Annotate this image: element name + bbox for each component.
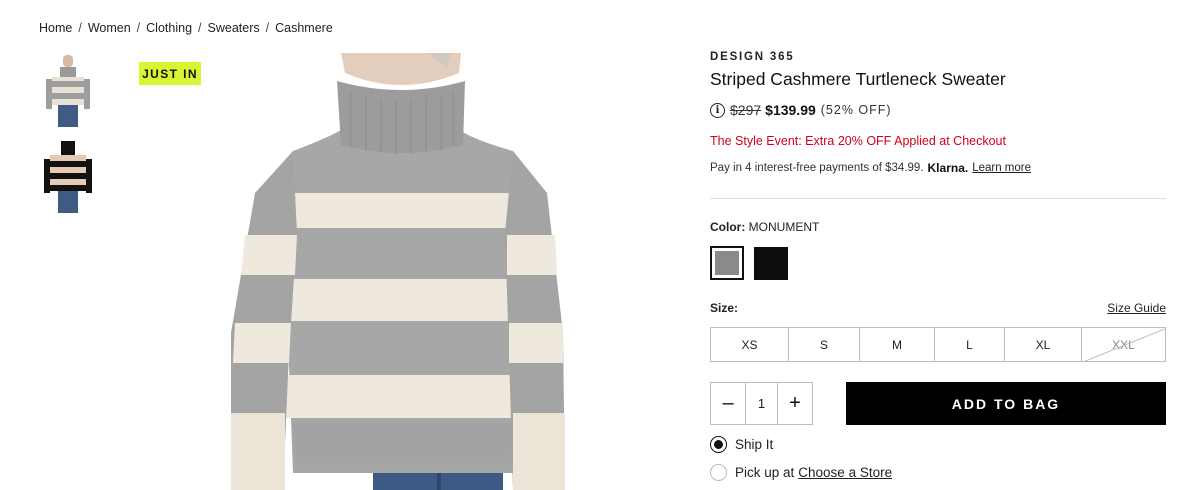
divider — [710, 198, 1166, 199]
discount-percent: (52% OFF) — [820, 103, 892, 117]
quantity-decrease-button[interactable]: – — [711, 383, 745, 424]
size-option-l[interactable]: L — [935, 328, 1005, 361]
breadcrumb-separator: / — [265, 21, 270, 35]
breadcrumb-sweaters[interactable]: Sweaters — [208, 21, 260, 35]
color-swatch-gray[interactable] — [710, 246, 744, 280]
pickup-radio[interactable] — [710, 464, 727, 481]
product-brand[interactable]: DESIGN 365 — [710, 51, 794, 63]
size-label: Size: — [710, 301, 739, 315]
breadcrumb: Home / Women / Clothing / Sweaters / Cas… — [39, 21, 333, 35]
size-guide-link[interactable]: Size Guide — [1107, 301, 1166, 315]
quantity-value[interactable]: 1 — [745, 383, 778, 424]
breadcrumb-home[interactable]: Home — [39, 21, 72, 35]
ship-it-radio[interactable] — [710, 436, 727, 453]
breadcrumb-separator: / — [136, 21, 141, 35]
sale-price: $139.99 — [765, 102, 816, 118]
product-main-image[interactable] — [201, 53, 601, 490]
thumbnail-black-sweater[interactable] — [44, 139, 92, 215]
klarna-logo: Klarna. — [927, 161, 969, 175]
pickup-label: Pick up at — [735, 465, 795, 480]
original-price: $297 — [730, 102, 762, 118]
promo-message: The Style Event: Extra 20% OFF Applied a… — [710, 134, 1006, 148]
breadcrumb-clothing[interactable]: Clothing — [146, 21, 192, 35]
breadcrumb-separator: / — [78, 21, 82, 35]
size-option-xl[interactable]: XL — [1005, 328, 1082, 361]
size-option-m[interactable]: M — [860, 328, 935, 361]
product-title: Striped Cashmere Turtleneck Sweater — [710, 69, 1006, 89]
pickup-option[interactable]: Pick up at Choose a Store — [710, 464, 892, 481]
size-option-s[interactable]: S — [789, 328, 860, 361]
klarna-text: Pay in 4 interest-free payments of $34.9… — [710, 162, 924, 174]
breadcrumb-separator: / — [198, 21, 202, 35]
price-row: i $297 $139.99 (52% OFF) — [710, 102, 892, 118]
size-option-xs[interactable]: XS — [711, 328, 789, 361]
color-selected-value: MONUMENT — [748, 220, 820, 234]
info-icon[interactable]: i — [710, 102, 725, 118]
quantity-stepper: – 1 + — [710, 382, 813, 425]
ship-it-option[interactable]: Ship It — [710, 436, 773, 453]
color-swatch-black[interactable] — [754, 247, 788, 280]
breadcrumb-women[interactable]: Women — [88, 21, 131, 35]
breadcrumb-cashmere[interactable]: Cashmere — [275, 21, 333, 35]
klarna-message: Pay in 4 interest-free payments of $34.9… — [710, 161, 1031, 175]
choose-store-link[interactable]: Choose a Store — [798, 465, 892, 480]
size-option-xxl[interactable]: XXL — [1082, 328, 1165, 361]
klarna-learn-more-link[interactable]: Learn more — [972, 162, 1031, 174]
ship-it-label: Ship It — [735, 437, 774, 452]
color-label: Color: MONUMENT — [710, 220, 819, 234]
quantity-increase-button[interactable]: + — [778, 383, 812, 424]
thumbnail-gray-sweater[interactable] — [44, 53, 92, 129]
size-selector: XS S M L XL XXL — [710, 327, 1166, 362]
add-to-bag-button[interactable]: ADD TO BAG — [846, 382, 1166, 425]
just-in-badge: JUST IN — [139, 62, 201, 85]
color-label-title: Color: — [710, 220, 746, 234]
